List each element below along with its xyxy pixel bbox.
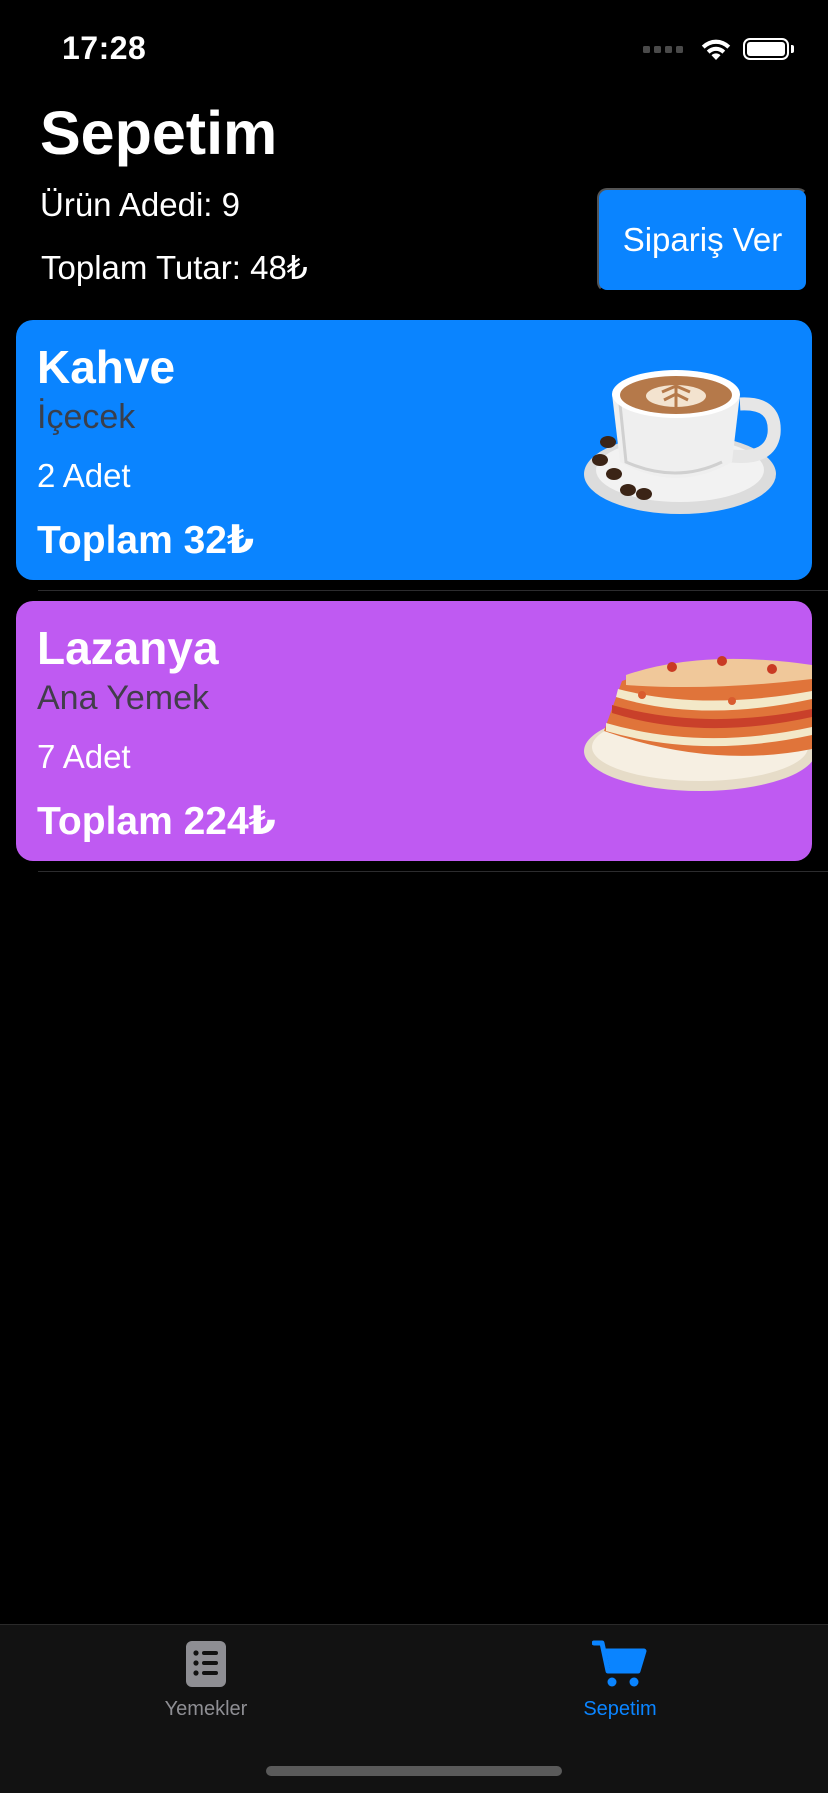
coffee-cup-image [584,370,781,514]
total-amount-label: Toplam Tutar: 48₺ [41,249,308,286]
cart-item-card[interactable]: Lazanya Ana Yemek 7 Adet Toplam 224₺ [16,601,812,861]
list-icon [186,1641,226,1687]
tab-label: Sepetim [583,1698,657,1720]
wifi-icon [701,39,731,60]
item-name: Lazanya [37,622,219,674]
status-bar: 17:28 [0,0,828,100]
row-separator [38,590,828,591]
tab-yemekler[interactable]: Yemekler [106,1639,306,1729]
item-quantity: 7 Adet [37,738,131,775]
item-category: İçecek [37,398,136,436]
cellular-signal-icon [643,45,683,53]
item-name: Kahve [37,341,176,393]
cart-icon [591,1640,647,1687]
place-order-button[interactable]: Sipariş Ver [597,188,808,292]
page-title: Sepetim [40,99,278,167]
item-quantity: 2 Adet [37,457,131,494]
tab-label: Yemekler [164,1698,248,1720]
item-total: Toplam 224₺ [37,800,276,843]
home-indicator [266,1766,562,1776]
item-category: Ana Yemek [37,679,210,717]
row-separator [38,871,828,872]
battery-icon [743,38,794,60]
status-time: 17:28 [62,30,147,66]
lasagna-image [584,656,812,791]
tab-sepetim[interactable]: Sepetim [520,1639,720,1729]
item-total: Toplam 32₺ [37,519,255,562]
status-icons [643,34,794,64]
cart-item-card[interactable]: Kahve İçecek 2 Adet Toplam 32₺ [16,320,812,580]
item-count-label: Ürün Adedi: 9 [40,186,240,223]
